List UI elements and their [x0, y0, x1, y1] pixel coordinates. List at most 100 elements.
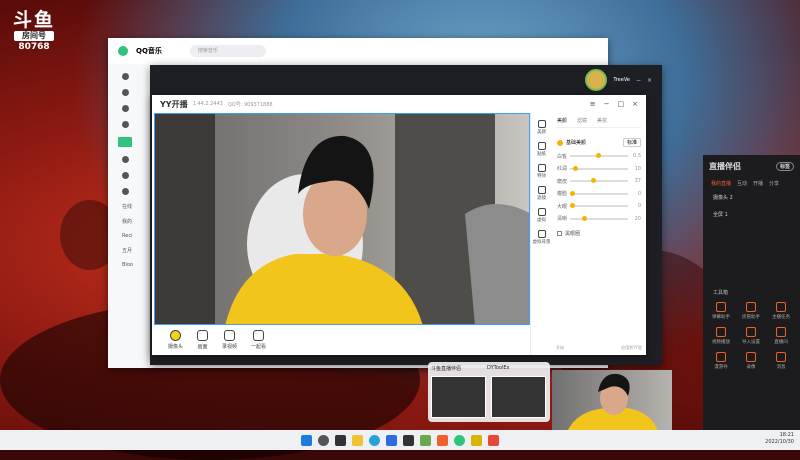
app-icon[interactable]	[403, 434, 414, 446]
beauty-slider[interactable]: 瘦脸 0	[557, 190, 641, 197]
tool-button[interactable]: 录像	[737, 352, 765, 370]
beauty-slider[interactable]: 白皙 0.5	[557, 153, 641, 160]
scene-button[interactable]: 画面	[197, 330, 209, 350]
sidebar-item[interactable]: 我的	[122, 218, 148, 225]
tab-share[interactable]: 分享	[769, 180, 779, 187]
slider-handle[interactable]	[581, 215, 587, 221]
close-icon[interactable]: ×	[632, 100, 638, 108]
taskbar	[0, 430, 800, 450]
slider-handle[interactable]	[572, 165, 578, 171]
tool-button[interactable]: 消息	[767, 352, 795, 370]
store-icon[interactable]	[386, 434, 397, 446]
slider-handle[interactable]	[591, 178, 597, 183]
music-icon[interactable]	[122, 89, 129, 96]
home-icon[interactable]	[122, 73, 129, 80]
slider-label: 瘦脸	[557, 191, 568, 197]
tab-filter[interactable]: 滤镜	[577, 117, 587, 124]
qq-music-icon[interactable]	[454, 434, 465, 446]
preset-select[interactable]: 标准	[622, 138, 641, 147]
tool-button[interactable]: 弹幕助手	[707, 302, 735, 320]
task-view-icon[interactable]	[335, 434, 346, 446]
taskbar-preview[interactable]: 斗鱼直播伴侣 DYToolEx	[428, 362, 550, 422]
record-button[interactable]: 录视频	[222, 330, 237, 350]
slider-label: 清晰	[557, 216, 568, 222]
yy-qq-id: QQ号: 909371888	[227, 101, 273, 108]
yy-version: 1.44.2.2443	[192, 101, 223, 107]
download-icon[interactable]	[122, 156, 129, 163]
sidebar-item[interactable]: Reci	[122, 233, 148, 239]
tool-button[interactable]: 漫游导	[707, 352, 735, 370]
minimize-icon[interactable]: −	[604, 100, 610, 108]
qq-music-title: QQ音乐	[136, 47, 162, 55]
footer-start[interactable]: 开始	[556, 345, 564, 351]
tool-button[interactable]: 房管助手	[737, 302, 765, 320]
slider-value: 0	[637, 203, 641, 209]
history-icon[interactable]	[122, 172, 129, 179]
tab-my-live[interactable]: 我的直播	[711, 180, 731, 187]
beauty-tab[interactable]: 美颜	[531, 120, 552, 135]
maximize-icon[interactable]: □	[618, 100, 625, 108]
app-icon[interactable]	[420, 434, 431, 446]
sidebar-item[interactable]: Bloo	[122, 262, 148, 268]
sticker-tab[interactable]: 贴纸	[531, 142, 552, 157]
search-input[interactable]: 搜索音乐	[189, 45, 266, 57]
close-icon[interactable]: ×	[647, 77, 652, 84]
video-icon[interactable]	[122, 105, 129, 112]
effect-tab[interactable]: 特效	[531, 164, 552, 179]
filter-tab[interactable]: 滤镜	[531, 186, 552, 201]
system-clock[interactable]: 18:21 2022/10/30	[765, 432, 794, 446]
app-icon[interactable]	[488, 434, 499, 446]
beauty-slider[interactable]: 清晰 20	[557, 215, 641, 222]
toggle-icon[interactable]	[557, 139, 563, 146]
preview-thumb[interactable]	[491, 376, 546, 418]
virtual-tab[interactable]: 虚拟	[531, 208, 552, 223]
watch-together-button[interactable]: 一起看	[251, 330, 266, 350]
tab-interact[interactable]: 互动	[737, 180, 747, 187]
tab-beauty[interactable]: 美颜	[557, 117, 567, 124]
douyu-room-logo: 斗鱼 房间号 80768	[10, 10, 58, 53]
slider-handle[interactable]	[570, 203, 576, 208]
tab-makeup[interactable]: 美妆	[597, 117, 607, 124]
footer-apply[interactable]: 应用到YY里	[621, 345, 642, 351]
tool-button[interactable]: 视频播放	[707, 327, 735, 345]
tool-button[interactable]: 导入设置	[737, 327, 765, 345]
dark-circle-checkbox[interactable]: 黑眼圈	[557, 230, 641, 237]
beauty-slider[interactable]: 大眼 0	[557, 203, 641, 210]
slider-handle[interactable]	[570, 190, 576, 196]
browser-icon[interactable]	[369, 434, 380, 446]
app-icon[interactable]	[437, 434, 448, 446]
slider-value: 0.5	[633, 153, 641, 159]
beauty-slider[interactable]: 红润 10	[557, 165, 641, 172]
file-explorer-icon[interactable]	[352, 434, 363, 446]
search-icon[interactable]	[318, 434, 329, 446]
sidebar-item[interactable]: 五月	[122, 247, 148, 254]
radio-icon[interactable]	[122, 121, 129, 128]
live-companion-panel[interactable]: 直播伴侣 标签 我的直播 互动 开播 分享 摄像头 2 全屏 1 工具箱 弹幕助…	[703, 155, 800, 430]
minimize-icon[interactable]: −	[636, 77, 641, 84]
source-item[interactable]: 全屏 1	[703, 206, 800, 223]
yy-live-window[interactable]: YY开播 1.44.2.2443 QQ号: 909371888 ≡ − □ × …	[152, 95, 646, 355]
status-badge[interactable]: 标签	[775, 162, 794, 171]
tool-icon	[776, 327, 786, 337]
avatar[interactable]	[585, 69, 608, 91]
sidebar-item[interactable]: 在线	[122, 203, 148, 210]
slider-label: 白皙	[557, 153, 568, 160]
slider-value: 10	[634, 165, 641, 172]
windows-start-icon[interactable]	[301, 434, 312, 446]
tool-icon	[776, 302, 786, 312]
tool-icon	[746, 327, 756, 337]
source-item[interactable]: 摄像头 2	[703, 189, 800, 206]
camera-button[interactable]: 摄像头	[168, 330, 183, 350]
virtual-background-tab[interactable]: 虚拟背景	[531, 230, 552, 245]
menu-icon[interactable]: ≡	[590, 100, 596, 108]
tool-button[interactable]: 直播间	[767, 327, 795, 345]
slider-handle[interactable]	[596, 153, 602, 158]
local-icon[interactable]	[122, 188, 129, 195]
tool-icon	[716, 352, 726, 362]
beauty-slider[interactable]: 磨皮 37	[557, 178, 641, 185]
tab-start[interactable]: 开播	[753, 180, 763, 187]
tool-button[interactable]: 主播任务	[767, 302, 795, 320]
favorite-icon[interactable]	[118, 137, 132, 147]
app-icon[interactable]	[471, 434, 482, 446]
preview-thumb[interactable]	[431, 376, 486, 418]
